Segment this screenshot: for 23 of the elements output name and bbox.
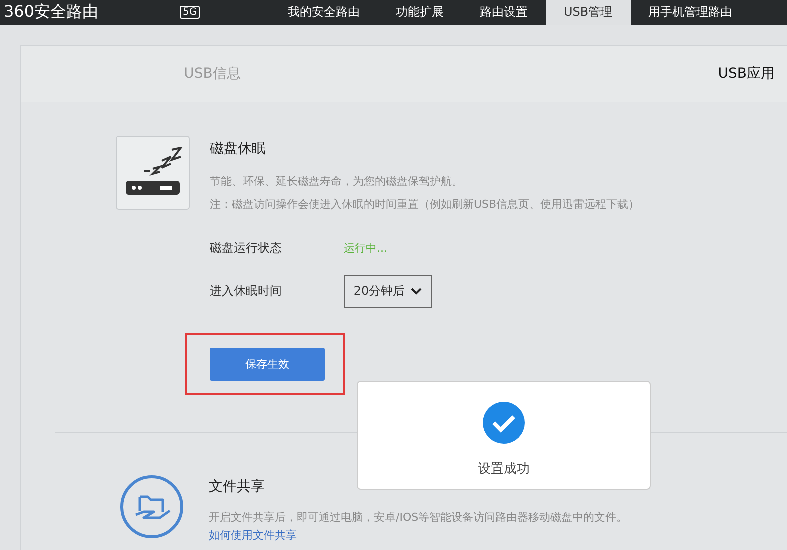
chevron-down-icon [411,288,422,295]
nav-tab[interactable]: 路由设置 [462,0,546,25]
description: 开启文件共享后，即可通过电脑，安卓/IOS等智能设备访问路由器移动磁盘中的文件。 [209,510,628,525]
tab[interactable]: USB应用 [398,46,787,102]
help-link[interactable]: 如何使用文件共享 [209,528,628,543]
folder-hand-icon [120,475,184,539]
section-title: 磁盘休眠 [210,140,267,158]
toast-message: 设置成功 [478,461,530,478]
note: 注：磁盘访问操作会使进入休眠的时间重置（例如刷新USB信息页、使用迅雷远程下载） [210,197,640,212]
save-button[interactable]: 保存生效 [210,348,325,380]
timer-label: 进入休眠时间 [210,283,283,300]
section-title: 文件共享 [209,478,266,496]
timer-select[interactable]: 20分钟后 [344,275,432,308]
logo: 360安全路由 [3,2,100,23]
status-label: 磁盘运行状态 [210,240,283,257]
nav-tab[interactable]: 功能扩展 [378,0,462,25]
status-value: 运行中... [344,241,388,256]
nav-tab[interactable]: 用手机管理路由 [630,0,751,25]
nav-tab[interactable]: 我的安全路由 [270,0,378,25]
checkmark-icon [483,402,525,444]
badge: 5G [180,6,200,19]
description: 节能、环保、延长磁盘寿命，为您的磁盘保驾护航。 [210,174,464,189]
nav-tab[interactable]: USB管理 [546,0,631,25]
